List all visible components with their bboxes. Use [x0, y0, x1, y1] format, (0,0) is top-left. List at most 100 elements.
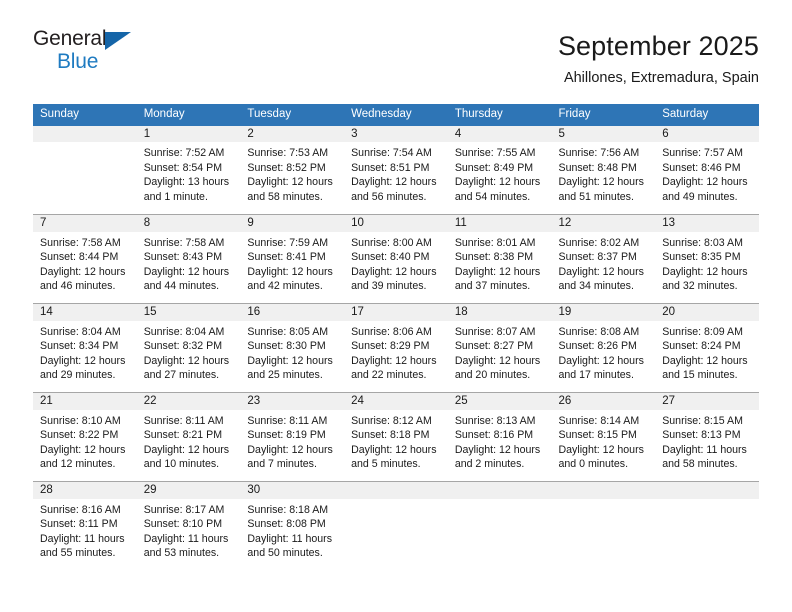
day-detail-line: and 29 minutes.: [40, 369, 116, 382]
calendar-day-cell[interactable]: 16 Sunrise: 8:05 AM Sunset: 8:30 PM Dayligh…: [240, 302, 345, 392]
calendar-day-cell[interactable]: 24 Sunrise: 8:12 AM Sunset: 8:18 PM Dayligh…: [344, 391, 448, 481]
calendar-day-cell[interactable]: 3 Sunrise: 7:54 AM Sunset: 8:51 PM Daylight…: [344, 125, 448, 214]
day-detail-line: Daylight: 12 hours: [351, 265, 437, 278]
day-detail-line: Daylight: 12 hours: [247, 265, 333, 278]
day-detail-line: Daylight: 12 hours: [558, 443, 644, 456]
day-details: Sunrise: 8:04 AM Sunset: 8:34 PM Daylight:…: [33, 321, 137, 383]
calendar-day-cell[interactable]: 27 Sunrise: 8:15 AM Sunset: 8:13 PM Dayligh…: [655, 391, 759, 481]
calendar-day-cell[interactable]: 29 Sunrise: 8:17 AM Sunset: 8:10 PM Dayligh…: [136, 480, 241, 570]
day-detail-line: Sunrise: 8:13 AM: [454, 414, 536, 427]
day-detail-line: Daylight: 12 hours: [662, 354, 748, 367]
sunrise-sunset-calendar: Sunday Monday Tuesday Wednesday Thursday Frid…: [33, 104, 759, 570]
day-detail-line: Sunset: 8:22 PM: [40, 429, 119, 442]
day-detail-line: and 54 minutes.: [454, 190, 531, 203]
calendar-day-cell[interactable]: 15 Sunrise: 8:04 AM Sunset: 8:32 PM Dayligh…: [136, 302, 241, 392]
calendar-day-cell[interactable]: 25 Sunrise: 8:13 AM Sunset: 8:16 PM Dayligh…: [447, 391, 552, 481]
day-detail-line: Sunrise: 8:05 AM: [247, 325, 329, 338]
calendar-day-cell[interactable]: 30 Sunrise: 8:18 AM Sunset: 8:08 PM Dayligh…: [240, 480, 345, 570]
weekday-header-tuesday: Tuesday: [240, 104, 345, 125]
calendar-day-cell[interactable]: 6 Sunrise: 7:57 AM Sunset: 8:46 PM Daylight…: [655, 125, 759, 214]
day-number: 22: [136, 392, 241, 410]
day-detail-line: and 15 minutes.: [662, 369, 738, 382]
calendar-day-cell[interactable]: 13 Sunrise: 8:03 AM Sunset: 8:35 PM Dayligh…: [655, 213, 759, 303]
day-detail-line: and 46 minutes.: [40, 280, 116, 293]
day-details: Sunrise: 8:11 AM Sunset: 8:19 PM Daylight:…: [240, 410, 344, 472]
calendar-day-cell[interactable]: 4 Sunrise: 7:55 AM Sunset: 8:49 PM Daylight…: [447, 125, 552, 214]
day-detail-line: Daylight: 11 hours: [247, 532, 333, 545]
day-number: 30: [240, 481, 345, 499]
calendar-day-cell[interactable]: 22 Sunrise: 8:11 AM Sunset: 8:21 PM Dayligh…: [136, 391, 241, 481]
logo-text-blue: Blue: [57, 50, 99, 73]
page-subtitle: Ahillones, Extremadura, Spain: [563, 70, 759, 86]
day-detail-line: Sunset: 8:30 PM: [247, 340, 326, 353]
calendar-day-cell[interactable]: 9 Sunrise: 7:59 AM Sunset: 8:41 PM Daylight…: [240, 213, 345, 303]
day-detail-line: Sunrise: 8:16 AM: [40, 503, 121, 516]
day-number: 25: [447, 392, 552, 410]
day-detail-line: Sunset: 8:44 PM: [40, 251, 119, 264]
calendar-day-cell[interactable]: 14 Sunrise: 8:04 AM Sunset: 8:34 PM Dayligh…: [33, 302, 137, 392]
calendar-body: 1 Sunrise: 7:52 AM Sunset: 8:54 PM Daylight…: [33, 125, 759, 570]
calendar-day-cell[interactable]: 10 Sunrise: 8:00 AM Sunset: 8:40 PM Dayligh…: [344, 213, 448, 303]
calendar-week-row: 1 Sunrise: 7:52 AM Sunset: 8:54 PM Daylight…: [33, 125, 759, 214]
calendar-day-cell[interactable]: 5 Sunrise: 7:56 AM Sunset: 8:48 PM Daylight…: [551, 125, 656, 214]
day-detail-line: and 1 minute.: [143, 190, 208, 203]
day-detail-line: Sunrise: 8:01 AM: [454, 236, 536, 249]
day-detail-line: and 58 minutes.: [662, 458, 738, 471]
day-detail-line: Daylight: 12 hours: [454, 354, 541, 367]
day-detail-line: Daylight: 12 hours: [40, 354, 126, 367]
calendar-day-cell[interactable]: 2 Sunrise: 7:53 AM Sunset: 8:52 PM Daylight…: [240, 125, 345, 214]
day-detail-line: Sunset: 8:43 PM: [143, 251, 223, 264]
day-number: 29: [136, 481, 241, 499]
day-number: 13: [655, 214, 759, 232]
day-number: 20: [655, 303, 759, 321]
calendar-day-cell[interactable]: 11 Sunrise: 8:01 AM Sunset: 8:38 PM Dayligh…: [447, 213, 552, 303]
day-detail-line: and 22 minutes.: [351, 369, 427, 382]
day-detail-line: Sunrise: 7:56 AM: [558, 147, 640, 159]
calendar-day-cell[interactable]: 12 Sunrise: 8:02 AM Sunset: 8:37 PM Dayligh…: [551, 213, 656, 303]
calendar-day-cell[interactable]: 21 Sunrise: 8:10 AM Sunset: 8:22 PM Dayligh…: [33, 391, 137, 481]
day-details: Sunrise: 8:17 AM Sunset: 8:10 PM Daylight:…: [137, 499, 241, 561]
calendar-day-cell[interactable]: 1 Sunrise: 7:52 AM Sunset: 8:54 PM Daylight…: [136, 125, 241, 214]
day-details: Sunrise: 8:11 AM Sunset: 8:21 PM Daylight:…: [137, 410, 241, 472]
calendar-day-cell[interactable]: 19 Sunrise: 8:08 AM Sunset: 8:26 PM Dayligh…: [551, 302, 656, 392]
day-number: 19: [551, 303, 656, 321]
day-detail-line: and 55 minutes.: [40, 547, 116, 560]
day-detail-line: and 20 minutes.: [454, 369, 531, 382]
day-detail-line: Daylight: 12 hours: [40, 265, 126, 278]
calendar-day-cell[interactable]: 18 Sunrise: 8:07 AM Sunset: 8:27 PM Dayligh…: [447, 302, 552, 392]
day-detail-line: Daylight: 12 hours: [247, 443, 333, 456]
calendar-day-cell[interactable]: 17 Sunrise: 8:06 AM Sunset: 8:29 PM Dayligh…: [344, 302, 448, 392]
day-detail-line: Sunset: 8:32 PM: [143, 340, 223, 353]
calendar-day-cell[interactable]: 8 Sunrise: 7:58 AM Sunset: 8:43 PM Daylight…: [136, 213, 241, 303]
day-details: Sunrise: 8:12 AM Sunset: 8:18 PM Daylight:…: [344, 410, 448, 472]
day-number: 3: [344, 125, 448, 142]
day-detail-line: Sunset: 8:15 PM: [558, 429, 637, 442]
calendar-week-row: 7 Sunrise: 7:58 AM Sunset: 8:44 PM Daylight…: [33, 213, 759, 303]
calendar-week-row: 14 Sunrise: 8:04 AM Sunset: 8:34 PM Dayligh…: [33, 302, 759, 392]
day-detail-line: and 12 minutes.: [40, 458, 116, 471]
weekday-header-sunday: Sunday: [33, 104, 137, 125]
day-detail-line: Daylight: 12 hours: [454, 176, 541, 189]
day-detail-line: and 39 minutes.: [351, 280, 427, 293]
day-details: Sunrise: 7:53 AM Sunset: 8:52 PM Daylight:…: [240, 142, 344, 204]
day-number: 18: [447, 303, 552, 321]
day-details: Sunrise: 7:54 AM Sunset: 8:51 PM Daylight:…: [344, 142, 448, 204]
general-blue-logo[interactable]: General Blue: [33, 28, 153, 80]
calendar-day-cell[interactable]: 7 Sunrise: 7:58 AM Sunset: 8:44 PM Daylight…: [33, 213, 137, 303]
weekday-header-thursday: Thursday: [447, 104, 552, 125]
day-number: 7: [33, 214, 137, 232]
day-detail-line: Sunset: 8:26 PM: [558, 340, 637, 353]
day-detail-line: Daylight: 12 hours: [143, 265, 230, 278]
calendar-day-cell[interactable]: 26 Sunrise: 8:14 AM Sunset: 8:15 PM Dayligh…: [551, 391, 656, 481]
weekday-header-wednesday: Wednesday: [344, 104, 448, 125]
day-detail-line: Sunrise: 8:10 AM: [40, 414, 121, 427]
day-number: 6: [655, 125, 759, 142]
day-detail-line: Sunset: 8:48 PM: [558, 161, 637, 174]
calendar-day-cell[interactable]: 28 Sunrise: 8:16 AM Sunset: 8:11 PM Dayligh…: [33, 480, 137, 570]
day-detail-line: Sunrise: 8:18 AM: [247, 503, 329, 516]
calendar-day-cell[interactable]: 23 Sunrise: 8:11 AM Sunset: 8:19 PM Dayligh…: [240, 391, 345, 481]
calendar-day-cell[interactable]: 20 Sunrise: 8:09 AM Sunset: 8:24 PM Dayligh…: [655, 302, 759, 392]
calendar-day-cell-empty: [447, 480, 552, 570]
day-detail-line: Daylight: 12 hours: [454, 265, 541, 278]
day-detail-line: and 50 minutes.: [247, 547, 323, 560]
